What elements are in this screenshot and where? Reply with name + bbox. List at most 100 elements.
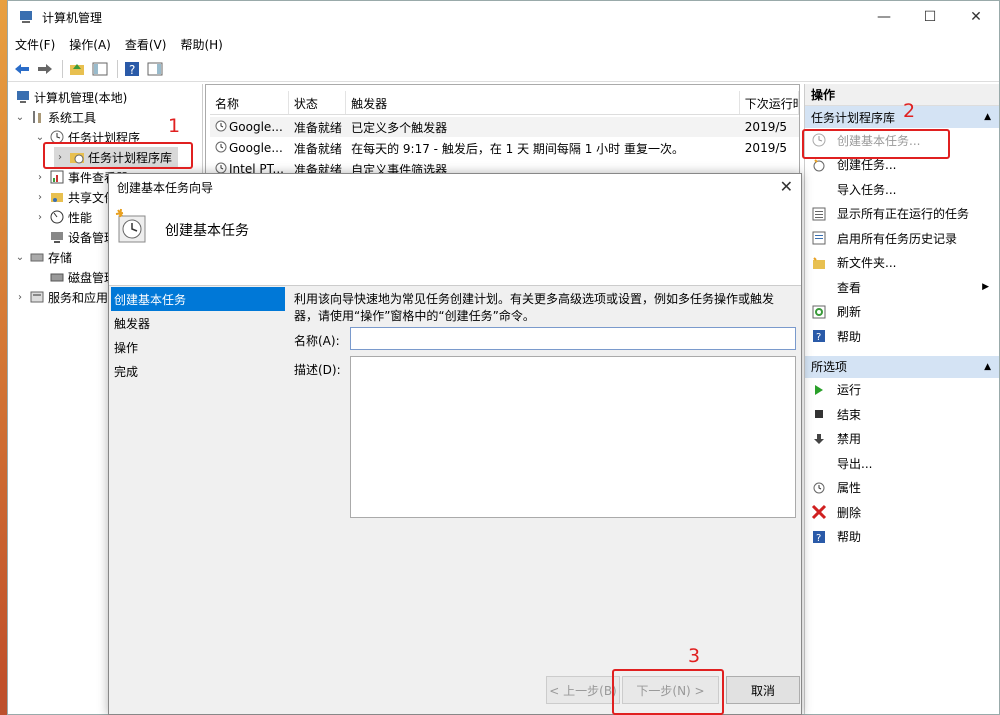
chevron-right-icon[interactable]: ›	[34, 192, 46, 203]
step-finish[interactable]: 完成	[111, 359, 285, 383]
action-help-selected[interactable]: ? 帮助	[805, 525, 999, 550]
action-label: 导入任务...	[837, 182, 897, 197]
up-folder-icon[interactable]	[67, 59, 87, 79]
chevron-down-icon[interactable]: ⌄	[14, 112, 26, 123]
column-name[interactable]: 名称	[210, 91, 289, 114]
action-properties[interactable]: 属性	[805, 476, 999, 501]
cancel-button[interactable]: 取消	[726, 676, 800, 704]
action-label: 导出...	[837, 456, 873, 471]
tree-item-label: 存储	[48, 250, 73, 265]
tree-item-computer-management[interactable]: 计算机管理(本地)	[12, 87, 127, 107]
delete-x-icon	[811, 504, 827, 520]
performance-icon	[49, 209, 65, 225]
actions-pane: 操作 任务计划程序库 ▲ 创建基本任务... 创建任务... 导入任务... 显示…	[804, 84, 999, 714]
services-icon	[29, 289, 45, 305]
action-help[interactable]: ? 帮助	[805, 324, 999, 349]
tree-item-storage[interactable]: ⌄ 存储	[14, 247, 72, 267]
task-create-icon	[811, 157, 827, 173]
history-icon	[811, 230, 827, 246]
back-button[interactable]: < 上一步(B)	[546, 676, 620, 704]
table-row[interactable]: Google... 准备就绪 在每天的 9:17 - 触发后，在 1 天 期间每…	[210, 138, 799, 158]
close-button[interactable]: ✕	[953, 1, 999, 33]
action-refresh[interactable]: 刷新	[805, 300, 999, 325]
dialog-title-bar: 创建基本任务向导 ✕	[109, 174, 801, 200]
show-action-pane-icon[interactable]	[145, 59, 165, 79]
cell-next: 2019/5	[744, 141, 788, 155]
name-input[interactable]	[350, 327, 796, 350]
cell-name: Google...	[229, 141, 283, 155]
minimize-button[interactable]: —	[861, 1, 907, 33]
column-status[interactable]: 状态	[289, 91, 347, 114]
menu-file[interactable]: 文件(F)	[8, 36, 62, 53]
action-delete[interactable]: 删除	[805, 500, 999, 525]
step-create-basic-task[interactable]: 创建基本任务	[111, 287, 285, 311]
action-end[interactable]: 结束	[805, 402, 999, 427]
shared-folder-icon	[49, 189, 65, 205]
wizard-content: 利用该向导快速地为常见任务创建计划。有关更多高级选项或设置，例如多任务操作或触发…	[287, 287, 801, 664]
action-new-folder[interactable]: 新文件夹...	[805, 251, 999, 276]
export-icon	[811, 455, 827, 471]
tree-item-system-tools[interactable]: ⌄ 系统工具	[14, 107, 96, 127]
collapse-up-icon[interactable]: ▲	[984, 112, 991, 122]
chevron-down-icon[interactable]: ⌄	[14, 252, 26, 263]
chevron-right-icon[interactable]: ›	[14, 292, 26, 303]
menu-bar: 文件(F) 操作(A) 查看(V) 帮助(H)	[8, 33, 999, 55]
task-list-header: 名称 状态 触发器 下次运行时间	[210, 91, 799, 115]
step-trigger[interactable]: 触发器	[111, 311, 285, 335]
computer-management-icon	[18, 9, 34, 25]
dialog-close-icon[interactable]: ✕	[780, 177, 793, 196]
action-export[interactable]: 导出...	[805, 451, 999, 476]
help-icon[interactable]: ?	[122, 59, 142, 79]
action-label: 帮助	[837, 530, 862, 545]
help-icon: ?	[811, 328, 827, 344]
action-show-running-tasks[interactable]: 显示所有正在运行的任务	[805, 202, 999, 227]
forward-arrow-icon[interactable]	[35, 59, 55, 79]
chevron-right-icon[interactable]: ›	[34, 172, 46, 183]
tree-item-performance[interactable]: › 性能	[34, 207, 92, 227]
clock-icon	[215, 120, 227, 135]
menu-help[interactable]: 帮助(H)	[173, 36, 229, 53]
cell-status: 准备就绪	[293, 141, 342, 156]
maximize-button[interactable]: ☐	[907, 1, 953, 33]
task-wizard-icon	[115, 208, 147, 244]
chevron-right-icon[interactable]: ›	[34, 212, 46, 223]
tree-item-disk-management[interactable]: 磁盘管理	[46, 267, 116, 287]
action-label: 属性	[837, 481, 862, 496]
svg-text:?: ?	[129, 63, 135, 77]
action-label: 启用所有任务历史记录	[837, 231, 958, 246]
column-next-run[interactable]: 下次运行时间	[740, 91, 799, 114]
table-row[interactable]: Google... 准备就绪 已定义多个触发器 2019/5	[210, 117, 799, 137]
annotation-box-2	[802, 129, 950, 159]
step-action[interactable]: 操作	[111, 335, 285, 359]
toolbar: ?	[8, 56, 999, 82]
collapse-up-icon[interactable]: ▲	[984, 362, 991, 372]
back-arrow-icon[interactable]	[12, 59, 32, 79]
tree-item-label: 系统工具	[48, 110, 97, 125]
group-label: 任务计划程序库	[811, 110, 896, 125]
annotation-number-3: 3	[688, 645, 701, 667]
cell-trigger: 在每天的 9:17 - 触发后，在 1 天 期间每隔 1 小时 重复一次。	[351, 141, 684, 156]
action-label: 禁用	[837, 432, 862, 447]
tree-item-label: 性能	[68, 210, 93, 225]
action-label: 结束	[837, 407, 862, 422]
action-view[interactable]: 查看 ▶	[805, 275, 999, 300]
action-enable-history[interactable]: 启用所有任务历史记录	[805, 226, 999, 251]
wizard-description: 利用该向导快速地为常见任务创建计划。有关更多高级选项或设置，例如多任务操作或触发…	[294, 292, 775, 323]
actions-group-library[interactable]: 任务计划程序库 ▲	[805, 106, 999, 128]
menu-view[interactable]: 查看(V)	[118, 36, 174, 53]
chevron-down-icon[interactable]: ⌄	[34, 132, 46, 143]
show-hide-tree-icon[interactable]	[90, 59, 110, 79]
action-run[interactable]: 运行	[805, 378, 999, 403]
column-trigger[interactable]: 触发器	[346, 91, 740, 114]
action-import-task[interactable]: 导入任务...	[805, 177, 999, 202]
description-input[interactable]	[350, 356, 796, 518]
computer-icon	[15, 89, 31, 105]
actions-group-selected[interactable]: 所选项 ▲	[805, 355, 999, 378]
annotation-box-1	[43, 142, 193, 169]
device-manager-icon	[49, 229, 65, 245]
cell-next: 2019/5	[744, 120, 788, 134]
menu-action[interactable]: 操作(A)	[62, 36, 118, 53]
action-disable[interactable]: 禁用	[805, 427, 999, 452]
title-bar: 计算机管理 — ☐ ✕	[8, 1, 999, 33]
clock-icon	[811, 480, 827, 496]
